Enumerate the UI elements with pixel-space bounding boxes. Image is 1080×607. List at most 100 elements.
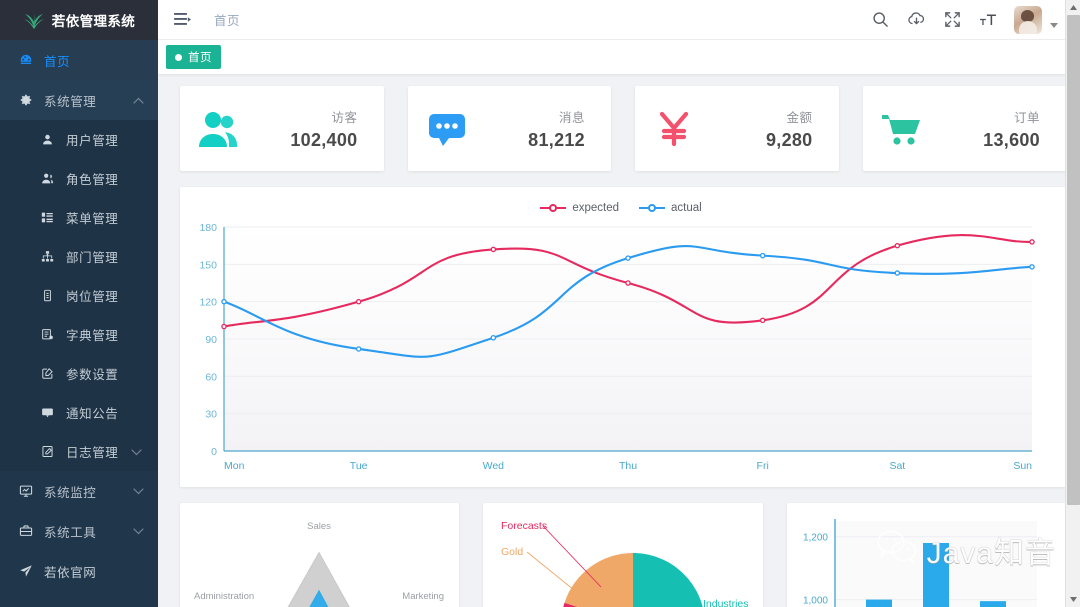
svg-text:Industries: Industries [703,598,749,607]
sidebar-submenu-system: 用户管理 角色管理 菜单管理 部门管理 岗位管理 字典管理 参数设置 通知公告 … [0,120,158,471]
book-icon [40,327,55,342]
sidebar-item-dept-management[interactable]: 部门管理 [0,237,158,276]
svg-text:Fri: Fri [757,460,769,472]
user-icon [40,132,55,147]
main-area: 首页 首页 访客 102,400 消息 81,212 金额 9,280 订单 1… [158,0,1080,607]
chevron-down-icon [131,445,142,459]
stat-card-visitors[interactable]: 访客 102,400 [180,86,384,171]
dashboard-icon [18,53,33,68]
stat-card-orders[interactable]: 订单 13,600 [862,86,1066,171]
sidebar-logo-text: 若依管理系统 [51,14,136,29]
scroll-down-arrow[interactable] [1066,592,1080,607]
sidebar-item-home[interactable]: 首页 [0,40,158,80]
stat-card-messages[interactable]: 消息 81,212 [407,86,611,171]
role-icon [40,171,55,186]
legend-label: actual [671,202,702,214]
page-scrollbar[interactable] [1065,0,1080,607]
line-chart[interactable]: 0 30 60 90 120 150 180 Mon Tue Wed Thu Fri Sat Sun [190,219,1052,481]
topbar-actions [870,5,1072,34]
chevron-down-icon[interactable] [1050,22,1058,28]
scrollbar-thumb[interactable] [1067,15,1080,505]
sidebar-item-post-management[interactable]: 岗位管理 [0,276,158,315]
sidebar-item-official-site[interactable]: 若依官网 [0,551,158,591]
stat-card-text: 访客 102,400 [290,107,367,151]
chevron-down-icon [133,524,144,538]
sidebar-item-label: 系统监控 [44,485,97,500]
stat-card-text: 消息 81,212 [528,107,595,151]
stat-cards: 访客 102,400 消息 81,212 金额 9,280 订单 13,600 [180,86,1066,171]
edit-square-icon [40,366,55,381]
cart-icon [879,106,925,152]
sidebar-logo[interactable]: 若依管理系统 [0,0,158,40]
font-size-icon[interactable] [978,10,998,30]
search-icon[interactable] [870,10,890,30]
sidebar-item-label: 部门管理 [66,251,119,265]
chevron-down-icon [133,484,144,498]
svg-text:60: 60 [205,371,217,383]
svg-text:Sun: Sun [1013,460,1032,472]
breadcrumb: 首页 [214,14,241,28]
sidebar-item-menu-management[interactable]: 菜单管理 [0,198,158,237]
sitemap-icon [40,249,55,264]
sidebar-item-label: 日志管理 [66,446,119,460]
legend-item-actual[interactable]: actual [639,202,702,214]
sidebar: 若依管理系统 首页 系统管理 用户管理 角色管理 菜单管理 部门管理 岗位管理 … [0,0,158,607]
tag-home[interactable]: 首页 [166,45,221,69]
legend-marker-icon [540,203,567,213]
svg-text:Marketing: Marketing [402,591,444,602]
app-root: 若依管理系统 首页 系统管理 用户管理 角色管理 菜单管理 部门管理 岗位管理 … [0,0,1080,607]
tag-label: 首页 [188,52,212,64]
svg-text:Thu: Thu [619,460,637,472]
stat-card-title: 访客 [331,110,358,125]
svg-text:Mon: Mon [224,460,245,472]
sidebar-item-label: 通知公告 [66,407,119,421]
svg-text:Wed: Wed [483,460,505,472]
stat-card-amount[interactable]: 金额 9,280 [635,86,839,171]
legend-item-expected[interactable]: expected [540,202,619,214]
sidebar-item-label: 岗位管理 [66,290,119,304]
stat-card-text: 订单 13,600 [983,107,1050,151]
user-avatar[interactable] [1014,5,1042,34]
svg-text:Sales: Sales [307,521,331,532]
sidebar-item-system[interactable]: 系统管理 [0,80,158,120]
stat-card-value: 9,280 [765,129,813,150]
message-icon [424,106,470,152]
svg-text:120: 120 [199,297,217,309]
gear-icon [18,93,33,108]
log-edit-icon [40,444,55,459]
sidebar-item-param-settings[interactable]: 参数设置 [0,354,158,393]
cloud-download-icon[interactable] [906,10,926,30]
chevron-up-icon [133,93,144,107]
sidebar-item-label: 字典管理 [66,329,119,343]
sidebar-item-role-management[interactable]: 角色管理 [0,159,158,198]
chart-legend: expected actual [190,197,1052,219]
sidebar-item-system-monitor[interactable]: 系统监控 [0,471,158,511]
svg-text:90: 90 [205,334,217,346]
stat-card-title: 消息 [558,110,585,125]
bar-chart-panel[interactable]: 1,000 1,200 [786,503,1066,607]
svg-text:Tue: Tue [350,460,368,472]
users-icon [196,106,242,152]
sidebar-menu: 首页 系统管理 用户管理 角色管理 菜单管理 部门管理 岗位管理 字典管理 参数… [0,40,158,607]
stat-card-value: 102,400 [290,129,358,150]
radar-chart-panel[interactable]: Sales Administration Marketing [180,503,460,607]
svg-text:1,200: 1,200 [803,533,828,544]
sidebar-item-system-tools[interactable]: 系统工具 [0,511,158,551]
pie-chart-panel[interactable]: Forecasts Gold Industries [483,503,763,607]
scroll-up-arrow[interactable] [1066,0,1080,15]
tags-bar: 首页 [158,40,1080,74]
sidebar-item-dict-management[interactable]: 字典管理 [0,315,158,354]
toolbox-icon [18,524,33,539]
sidebar-item-notice[interactable]: 通知公告 [0,393,158,432]
post-icon [40,288,55,303]
sidebar-item-label: 首页 [44,54,71,69]
legend-label: expected [572,202,619,214]
sidebar-item-log-management[interactable]: 日志管理 [0,432,158,471]
monitor-icon [18,484,33,499]
sidebar-item-label: 系统工具 [44,525,97,540]
tag-dot-icon [175,53,182,61]
sidebar-item-user-management[interactable]: 用户管理 [0,120,158,159]
line-chart-panel: expected actual 0 30 60 90 120 150 180 Mon Tue We… [180,187,1066,487]
fullscreen-icon[interactable] [942,10,962,30]
hamburger-fold-icon[interactable] [172,10,192,30]
